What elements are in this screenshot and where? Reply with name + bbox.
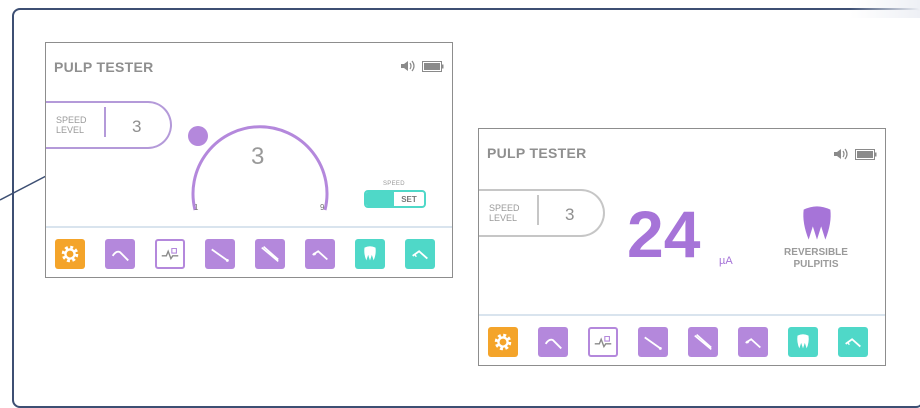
- scaler-tool-button[interactable]: [205, 239, 235, 269]
- dial-min-label: 1: [194, 203, 199, 212]
- speed-label-line1: SPEED: [489, 203, 520, 213]
- dial-max-label: 9: [320, 203, 325, 212]
- current-reading-value: 24: [627, 197, 701, 271]
- speaker-icon[interactable]: [400, 59, 418, 77]
- speed-level-value: 3: [565, 205, 575, 224]
- gear-icon: [61, 245, 79, 263]
- diagnosis-line1: REVERSIBLE: [784, 247, 848, 258]
- screen-title: PULP TESTER: [487, 145, 587, 161]
- probe-tool-button[interactable]: [538, 327, 568, 357]
- speed-level-display[interactable]: SPEED LEVEL 3: [479, 189, 605, 237]
- scaler-tool-button[interactable]: [638, 327, 668, 357]
- speed-level-value: 3: [132, 117, 142, 136]
- diagnosis-line2: PULPITIS: [793, 259, 839, 270]
- speed-toggle-label: SPEED: [383, 181, 405, 187]
- graph-tooth-icon: [594, 335, 612, 349]
- speed-set-toggle[interactable]: SET: [364, 190, 426, 208]
- forceps-icon: [694, 334, 712, 350]
- probe-icon: [544, 338, 562, 350]
- electrode-icon: [412, 250, 428, 260]
- screen-title: PULP TESTER: [54, 59, 154, 75]
- speed-label-line2: LEVEL: [56, 125, 85, 135]
- speed-label-line1: SPEED: [56, 115, 87, 125]
- settings-button[interactable]: [488, 327, 518, 357]
- corner-fade: [850, 0, 920, 18]
- pulp-tester-screen-speed: PULP TESTER SPEED LEVEL 3 3 1 9 SPEED SE…: [45, 42, 453, 278]
- set-button-label: SET: [401, 194, 417, 204]
- tool-bar: [479, 314, 885, 365]
- graph-tool-button[interactable]: [155, 239, 185, 269]
- speaker-icon[interactable]: [833, 147, 851, 165]
- status-bar: [833, 147, 877, 165]
- tooth-icon: [803, 206, 831, 240]
- scaler-icon: [644, 336, 662, 350]
- electrode-icon: [845, 338, 861, 348]
- speed-divider: [104, 107, 106, 137]
- diagnosis-text: REVERSIBLE PULPITIS: [759, 247, 873, 271]
- electrode-alt-tool-button[interactable]: [838, 327, 868, 357]
- graph-tooth-icon: [161, 247, 179, 261]
- gear-icon: [494, 333, 512, 351]
- electrode-tool-button[interactable]: [738, 327, 768, 357]
- tooth-tool-button[interactable]: [355, 239, 385, 269]
- electrode-tool-button[interactable]: [305, 239, 335, 269]
- status-bar: [400, 59, 444, 77]
- battery-icon: [855, 147, 877, 165]
- electrode-icon: [745, 338, 761, 349]
- speed-divider: [537, 195, 539, 225]
- graph-tool-button[interactable]: [588, 327, 618, 357]
- battery-icon: [422, 59, 444, 77]
- forceps-tool-button[interactable]: [688, 327, 718, 357]
- probe-icon: [111, 250, 129, 262]
- tooth-icon: [364, 246, 376, 261]
- pulp-tester-screen-reading: PULP TESTER SPEED LEVEL 3 24 µA REVERSIB…: [478, 128, 886, 366]
- tooth-tool-button[interactable]: [788, 327, 818, 357]
- speed-label-line2: LEVEL: [489, 213, 518, 223]
- tooth-icon: [797, 334, 809, 349]
- forceps-icon: [261, 246, 279, 262]
- speed-level-display[interactable]: SPEED LEVEL 3: [46, 101, 172, 149]
- electrode-icon: [312, 250, 328, 261]
- probe-tool-button[interactable]: [105, 239, 135, 269]
- current-reading-unit: µA: [719, 255, 733, 267]
- electrode-alt-tool-button[interactable]: [405, 239, 435, 269]
- tool-bar: [46, 226, 452, 277]
- forceps-tool-button[interactable]: [255, 239, 285, 269]
- scaler-icon: [211, 248, 229, 262]
- dial-value: 3: [251, 143, 265, 170]
- settings-button[interactable]: [55, 239, 85, 269]
- dial-knob[interactable]: [188, 126, 208, 146]
